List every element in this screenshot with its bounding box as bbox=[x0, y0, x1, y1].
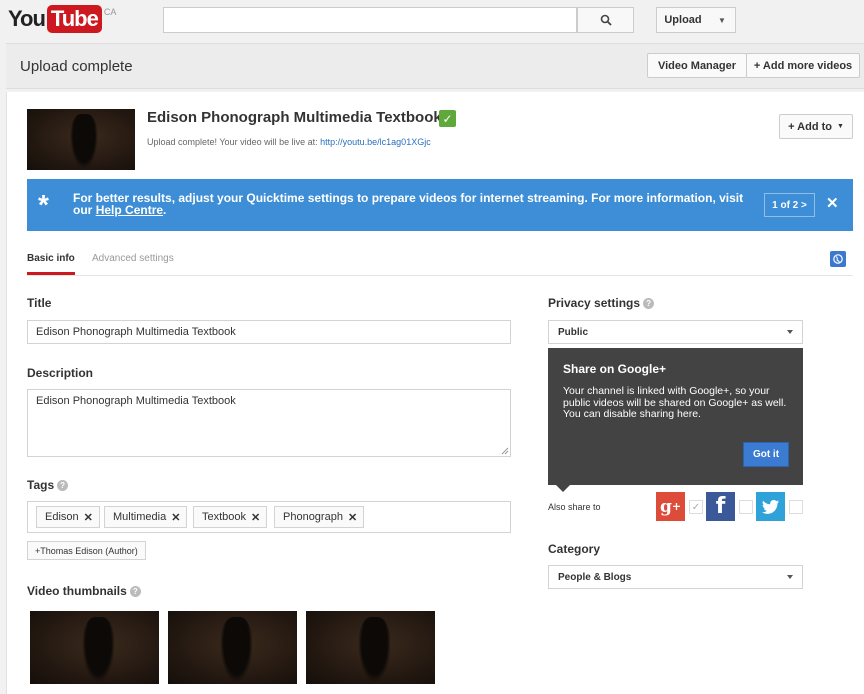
privacy-label: Privacy settings? bbox=[548, 296, 655, 310]
search-button[interactable] bbox=[577, 7, 634, 33]
privacy-value: Public bbox=[558, 326, 589, 338]
thumbnail-option[interactable] bbox=[306, 611, 435, 684]
help-icon[interactable]: ? bbox=[129, 586, 141, 597]
description-label: Description bbox=[27, 366, 94, 380]
category-label: Category bbox=[548, 542, 601, 556]
caret-down-icon bbox=[787, 575, 793, 579]
remove-tag-icon[interactable]: ✕ bbox=[348, 511, 357, 524]
thumbnails-label-text: Video thumbnails bbox=[27, 584, 127, 598]
remove-tag-icon[interactable]: ✕ bbox=[84, 511, 93, 524]
help-icon[interactable]: ? bbox=[643, 298, 655, 309]
got-it-button[interactable]: Got it bbox=[743, 442, 789, 467]
video-thumbnail bbox=[27, 109, 135, 170]
remove-tag-icon[interactable]: ✕ bbox=[171, 511, 180, 524]
privacy-select[interactable]: Public bbox=[548, 320, 803, 344]
help-icon[interactable]: ? bbox=[57, 480, 69, 491]
upload-status-bar: Upload complete Video Manager + Add more… bbox=[6, 43, 864, 89]
banner-suffix: . bbox=[163, 203, 167, 217]
tags-label-text: Tags bbox=[27, 478, 55, 492]
banner-pager-button[interactable]: 1 of 2 > bbox=[764, 193, 815, 217]
remove-tag-icon[interactable]: ✕ bbox=[251, 511, 260, 524]
tab-advanced-settings[interactable]: Advanced settings bbox=[92, 253, 174, 264]
video-title: Edison Phonograph Multimedia Textbook bbox=[147, 109, 442, 126]
masthead: You Tube CA Upload ▼ bbox=[0, 0, 864, 42]
category-select[interactable]: People & Blogs bbox=[548, 565, 803, 589]
description-textarea[interactable]: Edison Phonograph Multimedia Textbook bbox=[27, 389, 511, 457]
info-banner: * For better results, adjust your Quickt… bbox=[27, 179, 853, 231]
logo-tube: Tube bbox=[46, 5, 102, 33]
search-icon bbox=[600, 14, 612, 26]
logo-you: You bbox=[8, 6, 46, 31]
tag-label: Multimedia bbox=[113, 511, 167, 523]
popup-heading: Share on Google+ bbox=[563, 362, 667, 376]
category-value: People & Blogs bbox=[558, 571, 632, 583]
facebook-icon[interactable]: f bbox=[706, 492, 735, 521]
twitter-checkbox[interactable] bbox=[789, 500, 803, 514]
upload-status-text: Upload complete! Your video will be live… bbox=[147, 137, 431, 147]
tag-chip[interactable]: Phonograph ✕ bbox=[274, 506, 365, 528]
twitter-icon[interactable] bbox=[756, 492, 785, 521]
also-share-label: Also share to bbox=[548, 502, 601, 512]
popup-tail bbox=[556, 485, 570, 492]
upload-menu-button[interactable]: ▼ bbox=[709, 7, 736, 33]
caret-down-icon: ▼ bbox=[836, 123, 844, 130]
caret-down-icon bbox=[787, 330, 793, 334]
resize-handle-icon[interactable] bbox=[501, 447, 509, 455]
thumbnail-option[interactable] bbox=[30, 611, 159, 684]
settings-tabs: Basic info Advanced settings bbox=[27, 247, 853, 276]
popup-body: Your channel is linked with Google+, so … bbox=[563, 385, 787, 420]
tag-label: Textbook bbox=[202, 511, 247, 523]
bird-glyph bbox=[762, 499, 779, 514]
globe-icon[interactable] bbox=[830, 251, 846, 267]
caret-down-icon: ▼ bbox=[718, 15, 726, 25]
facebook-checkbox[interactable] bbox=[739, 500, 753, 514]
google-plus-icon[interactable]: g + bbox=[656, 492, 685, 521]
google-plus-checkbox[interactable]: ✓ bbox=[689, 500, 703, 514]
tag-label: Phonograph bbox=[283, 511, 343, 523]
add-to-label: + Add to bbox=[788, 120, 832, 133]
tag-chip[interactable]: Textbook ✕ bbox=[193, 506, 268, 528]
banner-message: For better results, adjust your Quicktim… bbox=[73, 192, 753, 216]
region-label: CA bbox=[103, 7, 117, 17]
title-input[interactable]: Edison Phonograph Multimedia Textbook bbox=[27, 320, 511, 344]
thumbnails-label: Video thumbnails? bbox=[27, 584, 141, 598]
banner-text: For better results, adjust your Quicktim… bbox=[73, 191, 744, 217]
suggested-tag-button[interactable]: +Thomas Edison (Author) bbox=[27, 541, 146, 560]
tags-label: Tags? bbox=[27, 478, 69, 492]
tag-chip[interactable]: Edison ✕ bbox=[36, 506, 100, 528]
asterisk-icon: * bbox=[38, 189, 49, 220]
globe-glyph bbox=[833, 254, 843, 264]
title-label: Title bbox=[27, 296, 52, 310]
thumbnail-option[interactable] bbox=[168, 611, 297, 684]
youtube-logo[interactable]: You Tube CA bbox=[8, 5, 116, 33]
search-input[interactable] bbox=[163, 7, 577, 33]
video-url-link[interactable]: http://youtu.be/lc1ag01XGjc bbox=[320, 137, 431, 147]
add-to-button[interactable]: + Add to ▼ bbox=[779, 114, 853, 139]
page-title: Upload complete bbox=[20, 58, 133, 75]
tab-basic-info[interactable]: Basic info bbox=[27, 253, 75, 275]
status-prefix: Upload complete! Your video will be live… bbox=[147, 137, 318, 147]
tag-chip[interactable]: Multimedia ✕ bbox=[104, 506, 188, 528]
privacy-label-text: Privacy settings bbox=[548, 296, 641, 310]
add-more-videos-button[interactable]: + Add more videos bbox=[746, 53, 860, 78]
video-manager-button[interactable]: Video Manager bbox=[647, 53, 747, 78]
upload-button[interactable]: Upload bbox=[656, 7, 710, 33]
check-icon: ✓ bbox=[439, 110, 456, 127]
tag-label: Edison bbox=[45, 511, 79, 523]
google-plus-share-popup: Share on Google+ Your channel is linked … bbox=[548, 348, 803, 492]
close-icon[interactable]: ✕ bbox=[826, 194, 839, 212]
help-centre-link[interactable]: Help Centre bbox=[96, 203, 163, 217]
